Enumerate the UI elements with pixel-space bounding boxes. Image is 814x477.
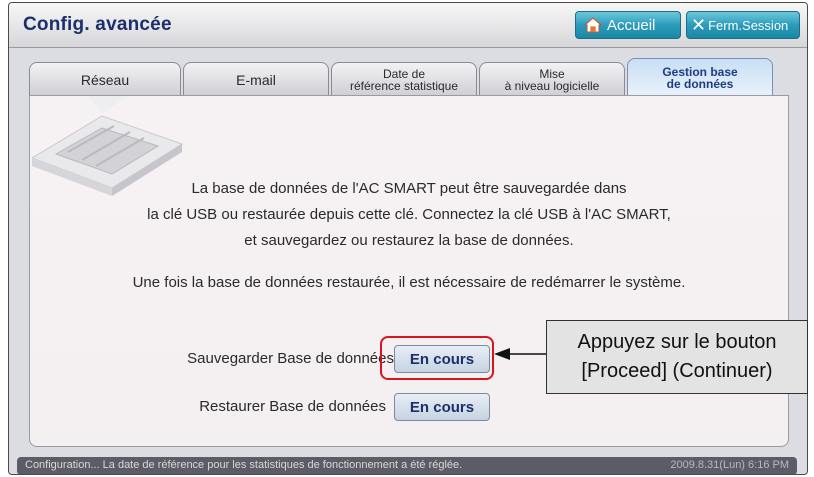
logout-button[interactable]: ✕ Ferm.Session (686, 11, 800, 39)
close-icon: ✕ (691, 14, 707, 35)
database-panel: La base de données de l'AC SMART peut êt… (29, 95, 789, 447)
info-line-1: La base de données de l'AC SMART peut êt… (191, 180, 627, 197)
highlight-box (380, 336, 494, 380)
restore-proceed-button[interactable]: En cours (394, 393, 490, 421)
app-window: Config. avancée Accueil ✕ Ferm.Session R… (8, 2, 808, 475)
home-icon (584, 17, 602, 33)
status-bar: Configuration... La date de référence po… (17, 457, 797, 474)
status-datetime: 2009.8.31(Lun) 6:16 PM (670, 459, 789, 471)
tab-label-line2: de données (666, 76, 734, 91)
tab-label: E-mail (236, 71, 276, 88)
callout-line-2: [Proceed] (Continuer) (581, 360, 773, 382)
tab-database-management[interactable]: Gestion base de données (627, 58, 773, 96)
info-line-3: et sauvegardez ou restaurez la base de d… (244, 232, 574, 249)
tab-network[interactable]: Réseau (29, 62, 181, 96)
callout-line-1: Appuyez sur le bouton (577, 331, 777, 353)
tab-label-line2: référence statistique (349, 78, 459, 93)
tab-bar: Réseau E-mail Date de référence statisti… (29, 58, 789, 96)
logout-button-label: Ferm.Session (708, 17, 789, 33)
backup-label: Sauvegarder Base de données (187, 350, 394, 367)
tab-email[interactable]: E-mail (183, 62, 329, 96)
instruction-callout: Appuyez sur le bouton [Proceed] (Continu… (546, 320, 808, 394)
tab-label-line1: Mise (539, 66, 565, 81)
tab-label-line1: Gestion base (662, 64, 738, 79)
tab-label-line1: Date de (382, 66, 426, 81)
page-title: Config. avancée (23, 14, 172, 35)
title-bar: Config. avancée Accueil ✕ Ferm.Session (9, 3, 807, 48)
home-button-label: Accueil (607, 16, 656, 34)
tab-software-update[interactable]: Mise à niveau logicielle (479, 62, 625, 96)
home-button[interactable]: Accueil (575, 11, 681, 39)
status-message: Configuration... La date de référence po… (25, 459, 463, 471)
tab-label: Réseau (80, 71, 130, 88)
restore-label: Restaurer Base de données (199, 398, 386, 415)
arrow-left-icon (494, 348, 548, 360)
restart-notice: Une fois la base de données restaurée, i… (132, 274, 686, 291)
tab-label-line2: à niveau logicielle (504, 78, 600, 93)
info-line-2: la clé USB ou restaurée depuis cette clé… (147, 206, 671, 223)
tab-statistic-reference-date[interactable]: Date de référence statistique (331, 62, 477, 96)
